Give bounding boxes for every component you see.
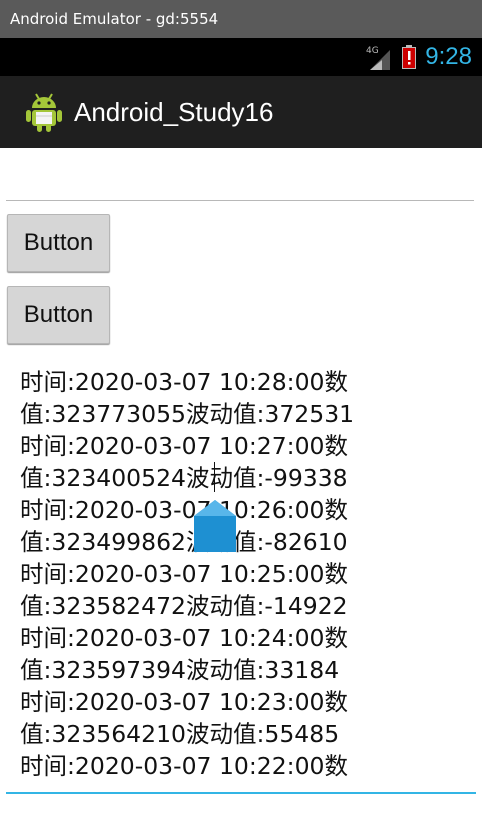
- log-line: 值:323564210波动值:55485: [20, 720, 340, 748]
- log-line: 值:323582472波动值:-14922: [20, 592, 348, 620]
- text-selection-handle-icon[interactable]: [194, 500, 236, 552]
- second-button[interactable]: Button: [7, 286, 110, 344]
- network-type-label: 4G: [366, 46, 379, 56]
- android-robot-icon: [26, 93, 62, 132]
- log-line: 时间:2020-03-07 10:26:00数: [20, 496, 349, 524]
- log-line: 时间:2020-03-07 10:24:00数: [20, 624, 349, 652]
- text-cursor: [214, 462, 215, 492]
- log-line: 值:323597394波动值:33184: [20, 656, 340, 684]
- status-clock: 9:28: [425, 43, 472, 70]
- first-button[interactable]: Button: [7, 214, 110, 272]
- app-title: Android_Study16: [74, 97, 274, 127]
- log-line: 值:323499862波动值:-82610: [20, 528, 348, 556]
- log-line: 时间:2020-03-07 10:22:00数: [20, 752, 349, 780]
- log-line: 时间:2020-03-07 10:28:00数: [20, 368, 349, 396]
- log-edit-text[interactable]: 时间:2020-03-07 10:28:00数 值:323773055波动值:3…: [6, 356, 476, 794]
- signal-4g-icon: 4G: [366, 46, 390, 70]
- log-line: 值:323773055波动值:372531: [20, 400, 355, 428]
- log-line: 时间:2020-03-07 10:27:00数: [20, 432, 349, 460]
- log-line: 时间:2020-03-07 10:25:00数: [20, 560, 349, 588]
- top-edit-text[interactable]: [6, 160, 474, 201]
- log-line: 值:323400524波动值:-99338: [20, 464, 348, 492]
- log-line: 时间:2020-03-07 10:23:00数: [20, 688, 349, 716]
- battery-alert-icon: [402, 45, 416, 69]
- emulator-window-title: Android Emulator - gd:5554: [0, 0, 482, 38]
